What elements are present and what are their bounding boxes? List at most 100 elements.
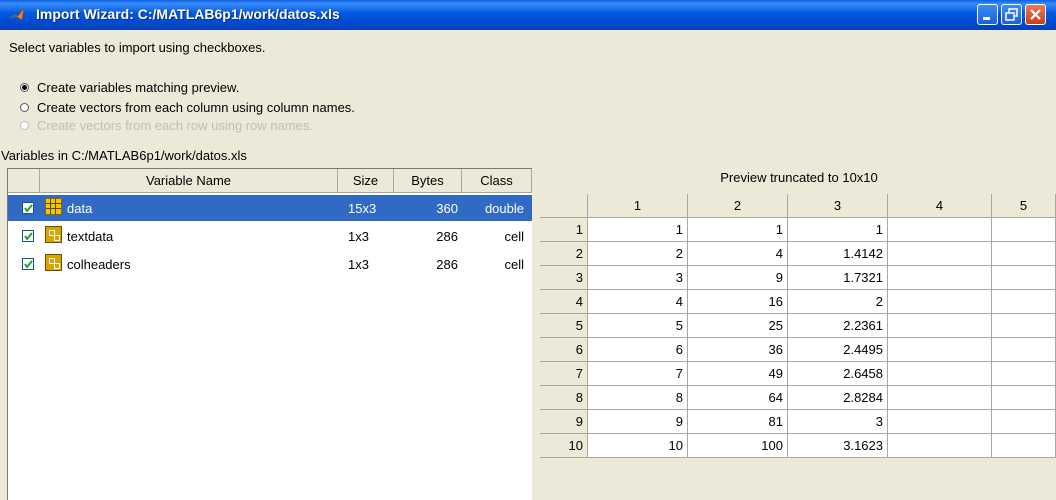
preview-cell	[888, 242, 992, 266]
matrix-icon	[45, 198, 62, 215]
preview-cell	[888, 338, 992, 362]
cell-array-icon	[45, 254, 62, 271]
radio-create-vectors-rows: Create vectors from each row using row n…	[20, 118, 313, 133]
preview-cell: 6	[588, 338, 688, 362]
preview-cell	[992, 410, 1056, 434]
variable-bytes: 286	[436, 229, 458, 244]
column-header-checkbox	[8, 169, 40, 193]
preview-cell	[888, 314, 992, 338]
title-bar: Import Wizard: C:/MATLAB6p1/work/datos.x…	[0, 0, 1056, 30]
checkbox[interactable]	[22, 230, 34, 242]
close-icon	[1030, 9, 1041, 20]
preview-cell: 2	[588, 242, 688, 266]
preview-cell: 2.2361	[788, 314, 888, 338]
preview-cell	[888, 266, 992, 290]
column-header-bytes[interactable]: Bytes	[394, 169, 462, 193]
variable-class: cell	[504, 257, 524, 272]
variable-name: colheaders	[67, 257, 131, 272]
preview-row-header: 1	[540, 218, 588, 242]
preview-column-header: 4	[888, 194, 992, 218]
cell-array-icon	[45, 226, 62, 243]
preview-row-header: 7	[540, 362, 588, 386]
preview-title: Preview truncated to 10x10	[720, 170, 878, 185]
restore-icon	[1005, 8, 1018, 21]
variable-class: cell	[504, 229, 524, 244]
table-row[interactable]: colheaders 1x3 286 cell	[8, 251, 532, 277]
preview-column-header: 5	[992, 194, 1056, 218]
preview-cell: 2.6458	[788, 362, 888, 386]
matlab-logo-icon	[8, 6, 26, 24]
column-header-class[interactable]: Class	[462, 169, 532, 193]
preview-cell: 81	[688, 410, 788, 434]
maximize-button[interactable]	[1001, 4, 1022, 25]
radio-create-variables[interactable]: Create variables matching preview.	[20, 80, 239, 95]
preview-cell: 36	[688, 338, 788, 362]
variable-size: 15x3	[348, 201, 377, 216]
preview-cell: 5	[588, 314, 688, 338]
preview-cell	[888, 362, 992, 386]
variable-bytes: 360	[436, 201, 458, 216]
minimize-icon	[983, 17, 990, 20]
close-button[interactable]	[1025, 4, 1046, 25]
preview-cell: 1	[588, 218, 688, 242]
minimize-button[interactable]	[977, 4, 998, 25]
preview-row-header: 10	[540, 434, 588, 458]
radio-create-vectors-columns[interactable]: Create vectors from each column using co…	[20, 100, 355, 115]
preview-row-header: 9	[540, 410, 588, 434]
preview-cell	[992, 290, 1056, 314]
preview-cell: 16	[688, 290, 788, 314]
variables-label: Variables in C:/MATLAB6p1/work/datos.xls	[1, 148, 247, 163]
preview-cell: 2.8284	[788, 386, 888, 410]
table-row[interactable]: data 15x3 360 double	[8, 195, 532, 221]
preview-row-header: 4	[540, 290, 588, 314]
preview-cell: 1	[688, 218, 788, 242]
checkbox[interactable]	[22, 258, 34, 270]
preview-row-header: 5	[540, 314, 588, 338]
preview-cell	[888, 434, 992, 458]
radio-button[interactable]	[20, 83, 29, 92]
column-header-size[interactable]: Size	[338, 169, 394, 193]
column-header-name[interactable]: Variable Name	[40, 169, 338, 193]
preview-cell: 4	[588, 290, 688, 314]
variables-table: Variable Name Size Bytes Class data 15x3…	[7, 168, 532, 500]
preview-cell: 100	[688, 434, 788, 458]
window-title: Import Wizard: C:/MATLAB6p1/work/datos.x…	[36, 6, 340, 22]
preview-cell: 49	[688, 362, 788, 386]
variable-size: 1x3	[348, 257, 369, 272]
instruction-text: Select variables to import using checkbo…	[9, 40, 266, 55]
preview-cell: 1.4142	[788, 242, 888, 266]
preview-cell: 8	[588, 386, 688, 410]
radio-label: Create vectors from each column using co…	[37, 100, 355, 115]
radio-button	[20, 121, 29, 130]
preview-cell: 25	[688, 314, 788, 338]
preview-cell: 10	[588, 434, 688, 458]
preview-row-header: 3	[540, 266, 588, 290]
preview-cell: 9	[588, 410, 688, 434]
preview-column-header: 1	[588, 194, 688, 218]
preview-cell: 3.1623	[788, 434, 888, 458]
preview-cell	[992, 362, 1056, 386]
preview-cell: 3	[588, 266, 688, 290]
preview-cell: 2	[788, 290, 888, 314]
preview-column-header: 3	[788, 194, 888, 218]
preview-cell	[992, 314, 1056, 338]
radio-label: Create vectors from each row using row n…	[37, 118, 313, 133]
preview-cell: 64	[688, 386, 788, 410]
preview-cell: 9	[688, 266, 788, 290]
preview-cell: 4	[688, 242, 788, 266]
table-row[interactable]: textdata 1x3 286 cell	[8, 223, 532, 249]
preview-row-header: 2	[540, 242, 588, 266]
preview-cell: 7	[588, 362, 688, 386]
preview-cell	[992, 266, 1056, 290]
checkbox[interactable]	[22, 202, 34, 214]
preview-cell	[992, 338, 1056, 362]
variable-name: textdata	[67, 229, 114, 244]
variable-size: 1x3	[348, 229, 369, 244]
preview-cell	[888, 386, 992, 410]
preview-cell: 3	[788, 410, 888, 434]
preview-cell: 1.7321	[788, 266, 888, 290]
radio-button[interactable]	[20, 103, 29, 112]
preview-cell: 1	[788, 218, 888, 242]
preview-cell: 2.4495	[788, 338, 888, 362]
variable-class: double	[484, 201, 524, 216]
